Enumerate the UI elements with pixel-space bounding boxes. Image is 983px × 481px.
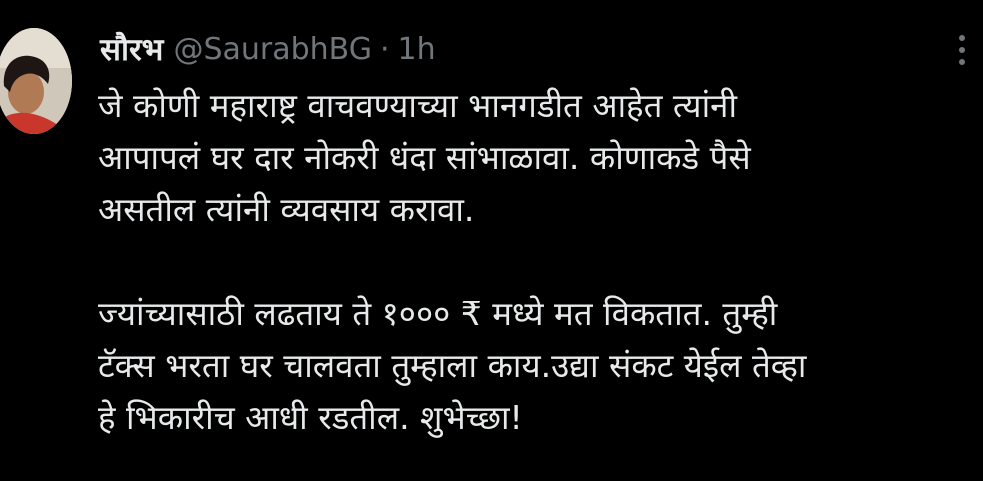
avatar-photo xyxy=(0,28,72,134)
tweet-text-line: असतील त्यांनी व्यवसाय करावा. xyxy=(98,190,475,229)
display-name[interactable]: सौरभ xyxy=(100,28,163,70)
user-handle[interactable]: @SaurabhBG xyxy=(173,32,372,67)
tweet-header: सौरभ @SaurabhBG · 1h xyxy=(100,27,436,71)
avatar[interactable] xyxy=(0,28,72,134)
separator-dot: · xyxy=(379,31,390,67)
tweet-text-line: हे भिकारीच आधी रडतील. शुभेच्छा! xyxy=(98,398,523,437)
tweet-text-line: ज्यांच्यासाठी लढताय ते १००० ₹ मध्ये मत व… xyxy=(98,294,778,333)
tweet-text-line: जे कोणी महाराष्ट्र वाचवण्याच्या भानगडीत … xyxy=(98,86,737,125)
tweet-text-line: टॅक्स भरता घर चालवता तुम्हाला काय.उद्या … xyxy=(98,346,807,385)
tweet-card[interactable]: सौरभ @SaurabhBG · 1h जे कोणी महाराष्ट्र … xyxy=(0,0,983,481)
timestamp[interactable]: 1h xyxy=(398,32,436,67)
more-vertical-icon-dot xyxy=(959,47,965,53)
tweet-text-line: आपापलं घर दार नोकरी धंदा सांभाळावा. कोणा… xyxy=(98,138,751,177)
more-vertical-icon-dot xyxy=(959,59,965,65)
tweet-text: जे कोणी महाराष्ट्र वाचवण्याच्या भानगडीत … xyxy=(98,80,958,444)
more-vertical-icon xyxy=(959,35,965,41)
more-options-button[interactable] xyxy=(944,30,980,70)
